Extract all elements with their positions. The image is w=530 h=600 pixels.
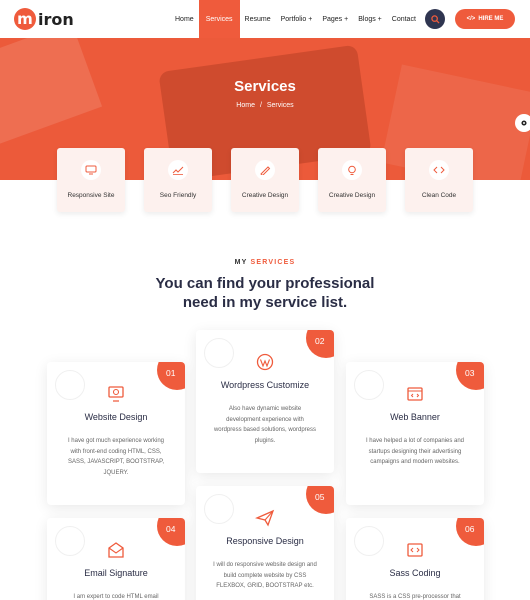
background-outline-icon [354, 370, 384, 400]
service-box-clean-code[interactable]: Clean Code [405, 148, 473, 212]
card-description: Also have dynamic website development ex… [213, 406, 317, 444]
nav-pages[interactable]: Pages + [317, 0, 353, 38]
section-heading: You can find your professional need in m… [0, 274, 530, 312]
site-header: m iron Home Services Resume Portfolio + … [0, 0, 530, 38]
service-box-label: Responsive Site [67, 192, 115, 199]
card-number-badge: 05 [306, 486, 334, 514]
card-title: Email Signature [84, 568, 148, 578]
logo-text: iron [38, 9, 74, 29]
search-button[interactable] [425, 9, 445, 29]
heading-line-1: You can find your professional [155, 275, 375, 292]
service-box-label: Seo Friendly [159, 192, 197, 199]
eyebrow-accent: SERVICES [250, 259, 296, 266]
service-box-label: Clean Code [421, 192, 457, 199]
seo-icon [168, 160, 188, 180]
service-card-wordpress-customize[interactable]: 02 Wordpress Customize Also have dynamic… [196, 330, 334, 473]
card-title: Web Banner [390, 412, 440, 422]
card-description: SASS is a CSS pre-processor that [369, 594, 461, 600]
service-box-seo[interactable]: Seo Friendly [144, 148, 212, 212]
service-card-email-signature[interactable]: 04 Email Signature I am expert to code H… [47, 518, 185, 600]
logo-badge: m [14, 8, 36, 30]
banner-icon [407, 387, 423, 401]
card-description: I have got much experience working with … [67, 438, 165, 476]
lightbulb-icon [342, 160, 362, 180]
card-number-badge: 03 [456, 362, 484, 390]
service-box-creative-design[interactable]: Creative Design [231, 148, 299, 212]
nav-blogs[interactable]: Blogs + [353, 0, 387, 38]
service-box-label: Creative Design [241, 192, 289, 199]
main-nav: Home Services Resume Portfolio + Pages +… [170, 0, 421, 38]
card-description: I have helped a lot of companies and sta… [365, 438, 465, 465]
card-title: Sass Coding [389, 568, 441, 578]
paper-plane-icon [255, 509, 275, 527]
logo[interactable]: m iron [14, 8, 74, 30]
breadcrumb-separator: / [259, 102, 262, 109]
code-window-icon [407, 543, 423, 557]
search-icon [430, 14, 440, 24]
nav-contact[interactable]: Contact [387, 0, 421, 38]
breadcrumb-home[interactable]: Home [236, 102, 255, 109]
code-icon: </> [466, 16, 476, 22]
background-outline-icon [204, 338, 234, 368]
card-title: Website Design [84, 412, 148, 422]
card-description: I will do responsive website design and … [213, 562, 317, 589]
hire-me-button[interactable]: </> HIRE ME [455, 9, 515, 29]
hire-me-label: HIRE ME [478, 16, 504, 22]
section-eyebrow: MY SERVICES [0, 259, 530, 266]
breadcrumb: Home / Services [0, 102, 530, 109]
service-box-responsive[interactable]: Responsive Site [57, 148, 125, 212]
service-card-website-design[interactable]: 01 Website Design I have got much experi… [47, 362, 185, 505]
service-card-sass-coding[interactable]: 06 Sass Coding SASS is a CSS pre-process… [346, 518, 484, 600]
email-icon [108, 542, 124, 558]
background-outline-icon [204, 494, 234, 524]
card-description: I am expert to code HTML email [73, 594, 159, 600]
service-box-label: Creative Design [328, 192, 376, 199]
nav-portfolio[interactable]: Portfolio + [276, 0, 318, 38]
card-number-badge: 02 [306, 330, 334, 358]
page-title: Services [234, 78, 296, 95]
settings-toggle[interactable] [515, 114, 530, 132]
breadcrumb-current: Services [266, 102, 294, 109]
nav-services[interactable]: Services [198, 0, 240, 38]
service-card-responsive-design[interactable]: 05 Responsive Design I will do responsiv… [196, 486, 334, 600]
background-outline-icon [354, 526, 384, 556]
card-number-badge: 01 [157, 362, 185, 390]
service-box-creative-design-2[interactable]: Creative Design [318, 148, 386, 212]
eyebrow-prefix: MY [234, 259, 251, 266]
card-title: Responsive Design [226, 536, 304, 546]
card-title: Wordpress Customize [220, 380, 310, 390]
monitor-icon [108, 386, 124, 402]
card-number-badge: 04 [157, 518, 185, 546]
code-icon [429, 160, 449, 180]
background-outline-icon [55, 370, 85, 400]
gear-icon [521, 120, 527, 126]
responsive-icon [81, 160, 101, 180]
nav-home[interactable]: Home [170, 0, 199, 38]
background-outline-icon [55, 526, 85, 556]
wordpress-icon [256, 353, 274, 371]
card-number-badge: 06 [456, 518, 484, 546]
pen-icon [255, 160, 275, 180]
heading-line-2: need in my service list. [182, 294, 348, 311]
service-card-web-banner[interactable]: 03 Web Banner I have helped a lot of com… [346, 362, 484, 505]
nav-resume[interactable]: Resume [240, 0, 276, 38]
